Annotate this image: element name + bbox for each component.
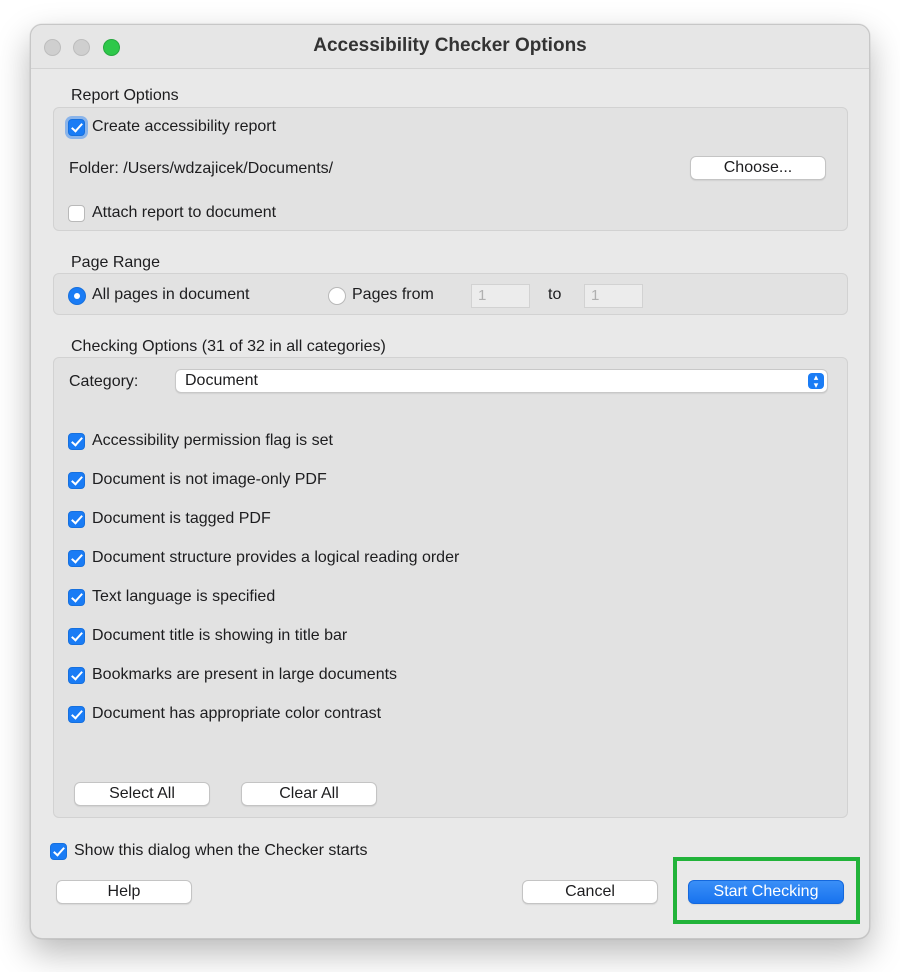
select-all-button[interactable]: Select All [74, 782, 210, 806]
pages-from-label[interactable]: Pages from [352, 286, 434, 304]
pages-from-radio[interactable] [328, 287, 346, 305]
report-options-label: Report Options [71, 87, 179, 104]
check-item-label[interactable]: Document title is showing in title bar [92, 627, 347, 645]
choose-folder-button[interactable]: Choose... [690, 156, 826, 180]
to-label: to [548, 286, 562, 303]
folder-path-label: Folder: /Users/wdzajicek/Documents/ [69, 160, 334, 177]
category-select-value: Document [185, 372, 258, 389]
from-page-input[interactable]: 1 [471, 284, 530, 308]
check-item-checkbox[interactable] [68, 706, 85, 723]
title-bar: Accessibility Checker Options [31, 25, 869, 69]
to-page-input[interactable]: 1 [584, 284, 643, 308]
check-item-checkbox[interactable] [68, 667, 85, 684]
check-item-label[interactable]: Text language is specified [92, 588, 275, 606]
check-item-label[interactable]: Accessibility permission flag is set [92, 432, 333, 450]
window-title: Accessibility Checker Options [313, 35, 587, 56]
attach-report-label[interactable]: Attach report to document [92, 204, 276, 222]
help-button[interactable]: Help [56, 880, 192, 904]
check-item-checkbox[interactable] [68, 472, 85, 489]
category-select[interactable]: Document ▴ ▾ [175, 369, 828, 393]
start-checking-highlight-box [673, 857, 860, 924]
all-pages-radio[interactable] [68, 287, 86, 305]
check-item-checkbox[interactable] [68, 511, 85, 528]
attach-report-checkbox[interactable] [68, 205, 85, 222]
check-item-label[interactable]: Document has appropriate color contrast [92, 705, 381, 723]
clear-all-button[interactable]: Clear All [241, 782, 377, 806]
page-range-label: Page Range [71, 254, 160, 271]
check-item-label[interactable]: Document is tagged PDF [92, 510, 271, 528]
check-item-label[interactable]: Document structure provides a logical re… [92, 549, 459, 567]
category-label: Category: [69, 373, 139, 390]
check-item-checkbox[interactable] [68, 550, 85, 567]
show-dialog-checkbox[interactable] [50, 843, 67, 860]
check-item-checkbox[interactable] [68, 628, 85, 645]
check-item-checkbox[interactable] [68, 589, 85, 606]
create-report-checkbox[interactable] [68, 119, 85, 136]
check-item-label[interactable]: Bookmarks are present in large documents [92, 666, 397, 684]
all-pages-label[interactable]: All pages in document [92, 286, 249, 304]
show-dialog-label[interactable]: Show this dialog when the Checker starts [74, 842, 367, 860]
updown-chevron-icon: ▴ ▾ [808, 373, 824, 390]
create-report-label[interactable]: Create accessibility report [92, 118, 276, 136]
check-item-label[interactable]: Document is not image-only PDF [92, 471, 327, 489]
checking-options-label: Checking Options (31 of 32 in all catego… [71, 338, 386, 355]
check-item-checkbox[interactable] [68, 433, 85, 450]
cancel-button[interactable]: Cancel [522, 880, 658, 904]
